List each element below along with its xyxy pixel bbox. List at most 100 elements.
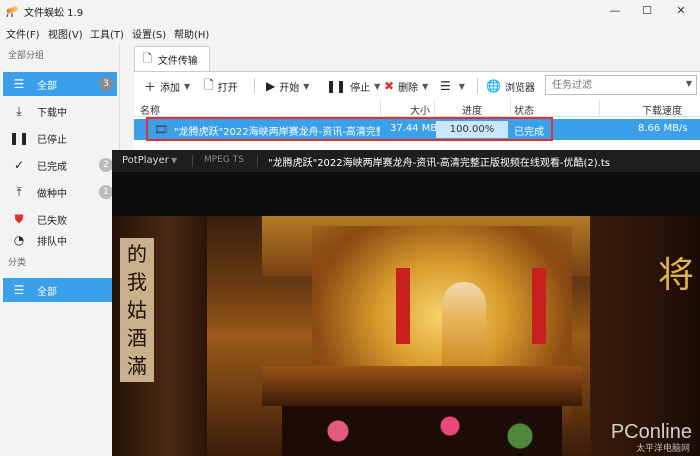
close-button[interactable]: ✕ (666, 2, 696, 20)
sidebar-section-category: 分类 (8, 258, 27, 268)
start-button[interactable]: ▶ 开始 ▼ (266, 76, 309, 96)
menu-bar: 文件(F) 视图(V) 工具(T) 设置(S) 帮助(H) (0, 24, 700, 42)
sidebar-item-label: 已停止 (37, 134, 67, 146)
delete-icon: ✖ (384, 79, 395, 93)
minimize-button[interactable]: — (600, 2, 630, 20)
more-menu-button[interactable]: ☰ ▼ (440, 76, 465, 96)
delete-button[interactable]: ✖ 删除 ▼ (384, 76, 428, 96)
sidebar-item-failed[interactable]: ⛊ 已失败 (3, 207, 117, 231)
toolbar: ＋ 添加 ▼ 🗋 打开 ▶ 开始 ▼ ❚❚ 停止 ▼ ✖ 删除 ▼ ☰ ▼ 🌐 … (134, 71, 700, 99)
open-file-icon: 🗋 (204, 77, 214, 92)
sidebar-item-seeding[interactable]: ⤒ 做种中 1 (3, 180, 117, 204)
pause-icon: ❚❚ (8, 131, 30, 145)
open-button[interactable]: 🗋 打开 (204, 76, 238, 96)
video-player-window[interactable]: PotPlayer ▼ MPEG TS "龙腾虎跃"2022海峡两岸赛龙舟-资讯… (112, 150, 700, 456)
start-label: 开始 (279, 82, 300, 94)
red-banner (532, 268, 546, 344)
carved-pillar-right (590, 216, 700, 456)
chevron-down-icon[interactable]: ▼ (459, 82, 465, 91)
globe-icon: 🌐 (486, 79, 501, 93)
count-badge: 1 (99, 185, 113, 199)
count-badge: 3 (99, 77, 113, 91)
toolbar-divider (477, 78, 478, 94)
sidebar-item-completed[interactable]: ✓ 已完成 2 (3, 153, 117, 177)
column-divider[interactable] (599, 99, 600, 117)
sidebar-section-all: 全部分组 (8, 51, 45, 61)
open-label: 打开 (217, 82, 238, 94)
file-icon: 🗋 (143, 51, 152, 65)
app-window: 文件蜈蚣 1.9 — ☐ ✕ 文件(F) 视图(V) 工具(T) 设置(S) 帮… (0, 0, 700, 456)
chevron-down-icon[interactable]: ▼ (303, 82, 309, 91)
sidebar: 全部分组 ☰ 全部 3 ⤓ 下载中 ❚❚ 已停止 ✓ 已完成 2 ⤒ 做种中 1… (0, 43, 120, 456)
player-format: MPEG TS (204, 155, 244, 165)
player-video-title: "龙腾虎跃"2022海峡两岸赛龙舟-资讯-高清完整正版视频在线观看-优酷(2).… (268, 158, 610, 169)
menu-settings[interactable]: 设置(S) (132, 26, 166, 41)
stop-label: 停止 (350, 82, 371, 94)
sidebar-item-label: 全部 (37, 80, 57, 92)
chevron-down-icon[interactable]: ▼ (374, 82, 380, 91)
menu-help[interactable]: 帮助(H) (174, 26, 209, 41)
menu-file[interactable]: 文件(F) (6, 26, 40, 41)
menu-view[interactable]: 视图(V) (48, 26, 83, 41)
task-filter-input[interactable] (546, 76, 676, 94)
column-header-progress[interactable]: 进度 (462, 102, 482, 117)
count-badge: 2 (99, 158, 113, 172)
sidebar-item-label: 已失败 (37, 215, 67, 227)
sidebar-item-downloading[interactable]: ⤓ 下载中 (3, 99, 117, 123)
column-divider[interactable] (510, 99, 511, 117)
browser-button[interactable]: 🌐 浏览器 (486, 76, 535, 96)
altar-table (262, 366, 582, 406)
add-button[interactable]: ＋ 添加 ▼ (144, 76, 190, 96)
cell-speed: 8.66 MB/s (638, 123, 688, 134)
column-header-speed[interactable]: 下载速度 (642, 102, 682, 117)
task-filter[interactable]: ▼ (545, 75, 697, 95)
column-divider[interactable] (380, 99, 381, 117)
queue-icon: ◔ (13, 234, 25, 246)
chevron-down-icon[interactable]: ▼ (686, 79, 692, 88)
sidebar-item-label: 下载中 (37, 107, 67, 119)
sidebar-category-all[interactable]: ☰ 全部 (3, 278, 117, 302)
play-icon: ▶ (266, 79, 276, 93)
column-header-name[interactable]: 名称 (140, 102, 160, 117)
download-icon: ⤓ (16, 103, 22, 118)
menu-tools[interactable]: 工具(T) (90, 26, 124, 41)
calligraphy-right: 将 (657, 255, 694, 296)
sidebar-item-all[interactable]: ☰ 全部 3 (3, 72, 117, 96)
red-banner (396, 268, 410, 344)
column-divider[interactable] (434, 99, 435, 117)
video-frame[interactable]: 的我姑酒滿 将 PConline 太平洋电脑网 (112, 216, 700, 456)
highlight-annotation (146, 117, 553, 141)
tab-label: 文件传输 (157, 55, 198, 67)
centipede-app-icon (6, 6, 18, 18)
upload-icon: ⤒ (16, 184, 22, 199)
chevron-down-icon[interactable]: ▼ (184, 82, 190, 91)
delete-label: 删除 (398, 82, 419, 94)
sidebar-item-label: 做种中 (37, 188, 67, 200)
column-header-size[interactable]: 大小 (410, 102, 430, 117)
toolbar-divider (254, 78, 255, 94)
stop-button[interactable]: ❚❚ 停止 ▼ (326, 76, 380, 96)
sidebar-item-stopped[interactable]: ❚❚ 已停止 (3, 126, 117, 150)
chevron-down-icon[interactable]: ▼ (422, 82, 428, 91)
sidebar-item-label: 排队中 (37, 236, 67, 247)
player-divider (192, 155, 193, 167)
tab-file-transfer[interactable]: 🗋 文件传输 (134, 46, 210, 71)
player-app-name[interactable]: PotPlayer (122, 155, 169, 166)
list-icon: ☰ (13, 283, 25, 297)
pause-icon: ❚❚ (326, 79, 347, 93)
sidebar-item-label: 已完成 (37, 161, 67, 173)
sidebar-item-label: 全部 (37, 286, 57, 298)
maximize-button[interactable]: ☐ (632, 2, 662, 20)
check-icon: ✓ (13, 158, 25, 172)
sidebar-item-queued[interactable]: ◔ 排队中 (3, 234, 117, 246)
column-header-status[interactable]: 状态 (514, 102, 534, 117)
title-bar: 文件蜈蚣 1.9 — ☐ ✕ (0, 0, 700, 22)
window-title: 文件蜈蚣 1.9 (24, 8, 84, 19)
player-title-bar[interactable]: PotPlayer ▼ MPEG TS "龙腾虎跃"2022海峡两岸赛龙舟-资讯… (112, 150, 700, 172)
chevron-down-icon[interactable]: ▼ (171, 156, 177, 165)
browser-label: 浏览器 (504, 82, 535, 94)
plus-icon: ＋ (144, 79, 157, 94)
watermark-subtitle: 太平洋电脑网 (635, 444, 690, 454)
add-label: 添加 (160, 82, 181, 94)
flower-offerings (282, 406, 562, 456)
